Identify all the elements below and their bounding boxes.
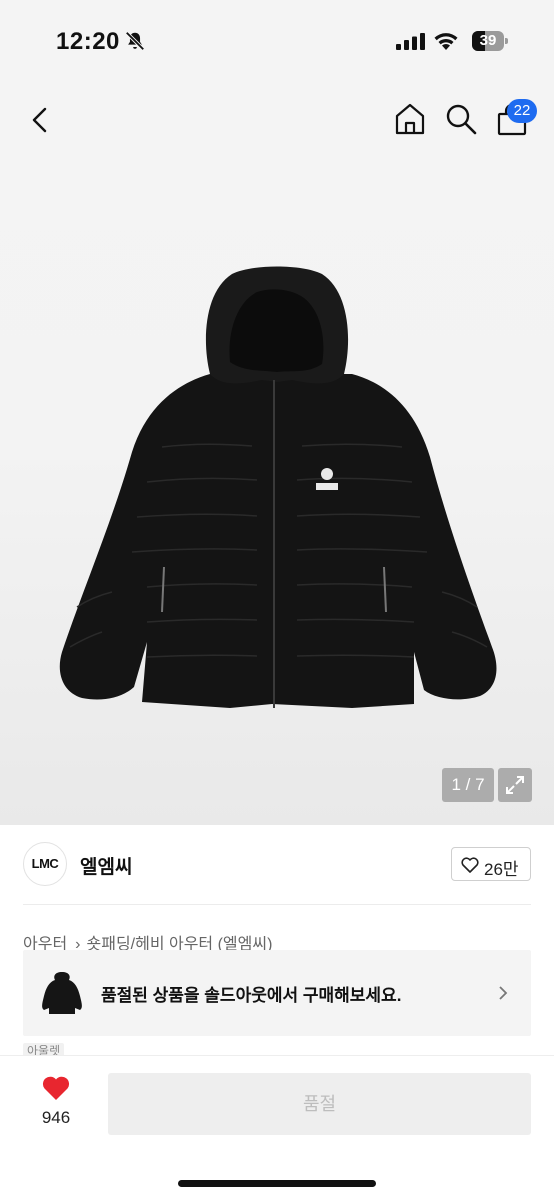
- heart-outline-icon: [461, 857, 479, 873]
- soldout-product-thumbnail: [42, 972, 82, 1014]
- soldout-buy-button[interactable]: 품절: [108, 1073, 531, 1135]
- chevron-right-icon: [499, 986, 508, 1000]
- expand-button[interactable]: [498, 768, 532, 802]
- status-time: 12:20: [56, 28, 120, 55]
- brand-like-count: 26만: [484, 860, 519, 879]
- battery-icon: 39: [472, 31, 508, 51]
- brand-name[interactable]: 엘엠씨: [80, 852, 132, 879]
- wish-count: 946: [41, 1108, 71, 1127]
- soldout-banner-text: 품절된 상품을 솔드아웃에서 구매해보세요.: [101, 986, 402, 1005]
- home-indicator: [178, 1180, 376, 1187]
- search-icon[interactable]: [444, 102, 478, 136]
- home-icon[interactable]: [393, 102, 427, 136]
- cart-count-badge: 22: [507, 99, 537, 123]
- image-counter: 1 / 7: [442, 768, 494, 802]
- bell-off-icon: [125, 31, 145, 51]
- back-icon[interactable]: [24, 102, 58, 138]
- soldout-banner[interactable]: 품절된 상품을 솔드아웃에서 구매해보세요.: [23, 950, 531, 1036]
- heart-filled-icon[interactable]: [41, 1075, 71, 1101]
- brand-logo[interactable]: LMC: [23, 842, 67, 886]
- product-image[interactable]: [52, 262, 502, 720]
- wifi-icon: [434, 33, 458, 50]
- expand-icon: [506, 776, 524, 794]
- brand-like-button[interactable]: 26만: [451, 847, 531, 881]
- divider: [23, 904, 531, 905]
- signal-icon: [396, 33, 425, 50]
- battery-level-text: 39: [479, 32, 497, 49]
- status-bar: 12:20 39: [0, 0, 554, 80]
